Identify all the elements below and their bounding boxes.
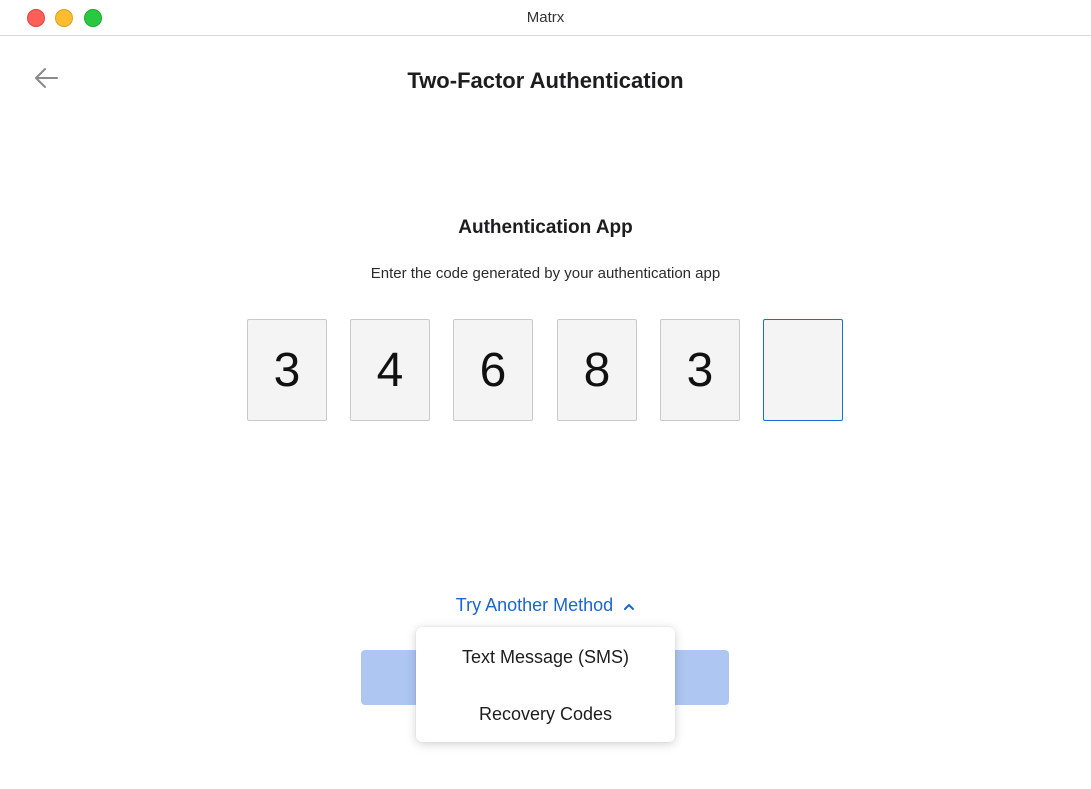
menu-item-recovery-codes[interactable]: Recovery Codes [416, 689, 675, 739]
try-another-method-link[interactable]: Try Another Method [0, 595, 1091, 617]
code-digit-2[interactable]: 4 [350, 319, 430, 421]
menu-item-sms[interactable]: Text Message (SMS) [416, 632, 675, 682]
page-title: Two-Factor Authentication [407, 68, 684, 93]
code-digit-1[interactable]: 3 [247, 319, 327, 421]
code-digit-4[interactable]: 8 [557, 319, 637, 421]
section-description: Enter the code generated by your authent… [370, 265, 721, 282]
window-title: Matrx [526, 9, 565, 26]
title-bar: Matrx [0, 0, 1091, 36]
chevron-up-icon [623, 596, 635, 617]
code-digit-3[interactable]: 6 [453, 319, 533, 421]
code-digit-5[interactable]: 3 [660, 319, 740, 421]
method-dropdown: Text Message (SMS) Recovery Codes [416, 627, 675, 742]
section-title: Authentication App [458, 217, 633, 238]
code-digit-6[interactable] [763, 319, 843, 421]
try-another-method-label: Try Another Method [455, 595, 614, 615]
app-window: Matrx Two-Factor Authentication Authenti… [0, 0, 1091, 789]
